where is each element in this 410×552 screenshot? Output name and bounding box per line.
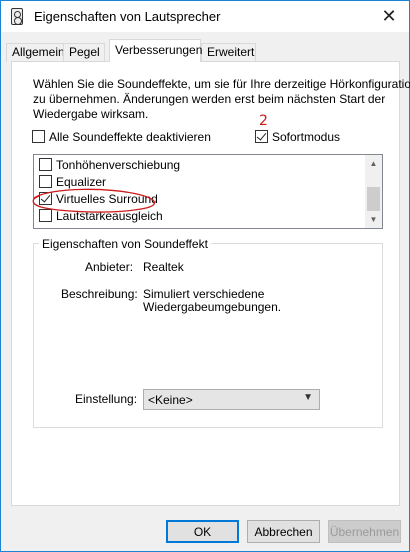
description-line: Wiedergabeumgebungen. [143,300,282,314]
disable-all-checkbox[interactable] [32,130,45,143]
provider-value: Realtek [143,260,184,274]
tab-verbesserungen[interactable]: Verbesserungen [109,39,202,62]
tab-allgemein[interactable]: Allgemein [6,43,65,62]
apply-button[interactable]: Übernehmen [328,520,401,543]
effect-properties-title: Eigenschaften von Soundeffekt [39,237,211,251]
scroll-down-icon[interactable]: ▼ [365,211,382,228]
intro-line: Wählen Sie die Soundeffekte, um sie für … [33,77,410,91]
immediate-mode-checkbox[interactable] [255,130,268,143]
effect-checkbox-lautstaerke[interactable] [39,209,52,222]
intro-line: Wiedergabe wirksam. [33,107,149,121]
effect-checkbox-equalizer[interactable] [39,175,52,188]
speaker-icon [11,8,23,25]
scroll-thumb[interactable] [367,187,380,211]
disable-all-label[interactable]: Alle Soundeffekte deaktivieren [49,130,211,144]
setting-dropdown[interactable]: <Keine> ▼ [143,389,320,410]
effect-checkbox-surround[interactable] [39,192,52,205]
description-label: Beschreibung: [61,287,138,301]
tab-erweitert[interactable]: Erweitert [201,43,256,62]
effects-scrollbar[interactable]: ▲ ▼ [365,155,382,228]
setting-label: Einstellung: [75,392,138,406]
provider-label: Anbieter: [85,260,134,274]
scroll-up-icon[interactable]: ▲ [365,155,382,172]
intro-text: Wählen Sie die Soundeffekte, um sie für … [33,77,410,122]
effect-label-equalizer[interactable]: Equalizer [56,175,106,189]
setting-value: <Keine> [148,393,193,407]
intro-line: zu übernehmen. Änderungen werden erst be… [33,92,386,106]
window-title: Eigenschaften von Lautsprecher [34,9,221,24]
description-line: Simuliert verschiedene [143,287,265,301]
tab-pegel[interactable]: Pegel [63,43,105,62]
ok-button[interactable]: OK [166,520,239,543]
effect-label-tonhoehe[interactable]: Tonhöhenverschiebung [56,158,180,172]
immediate-mode-label[interactable]: Sofortmodus [272,130,340,144]
title-bar[interactable]: Eigenschaften von Lautsprecher ✕ [1,1,409,32]
properties-dialog: Eigenschaften von Lautsprecher ✕ Allgeme… [0,0,410,552]
effect-label-lautstaerke[interactable]: Lautstärkeausgleich [56,209,163,223]
cancel-button[interactable]: Abbrechen [247,520,320,543]
effect-checkbox-tonhoehe[interactable] [39,158,52,171]
chevron-down-icon: ▼ [303,392,313,403]
effect-label-surround[interactable]: Virtuelles Surround [56,192,158,206]
close-button[interactable]: ✕ [375,3,403,29]
